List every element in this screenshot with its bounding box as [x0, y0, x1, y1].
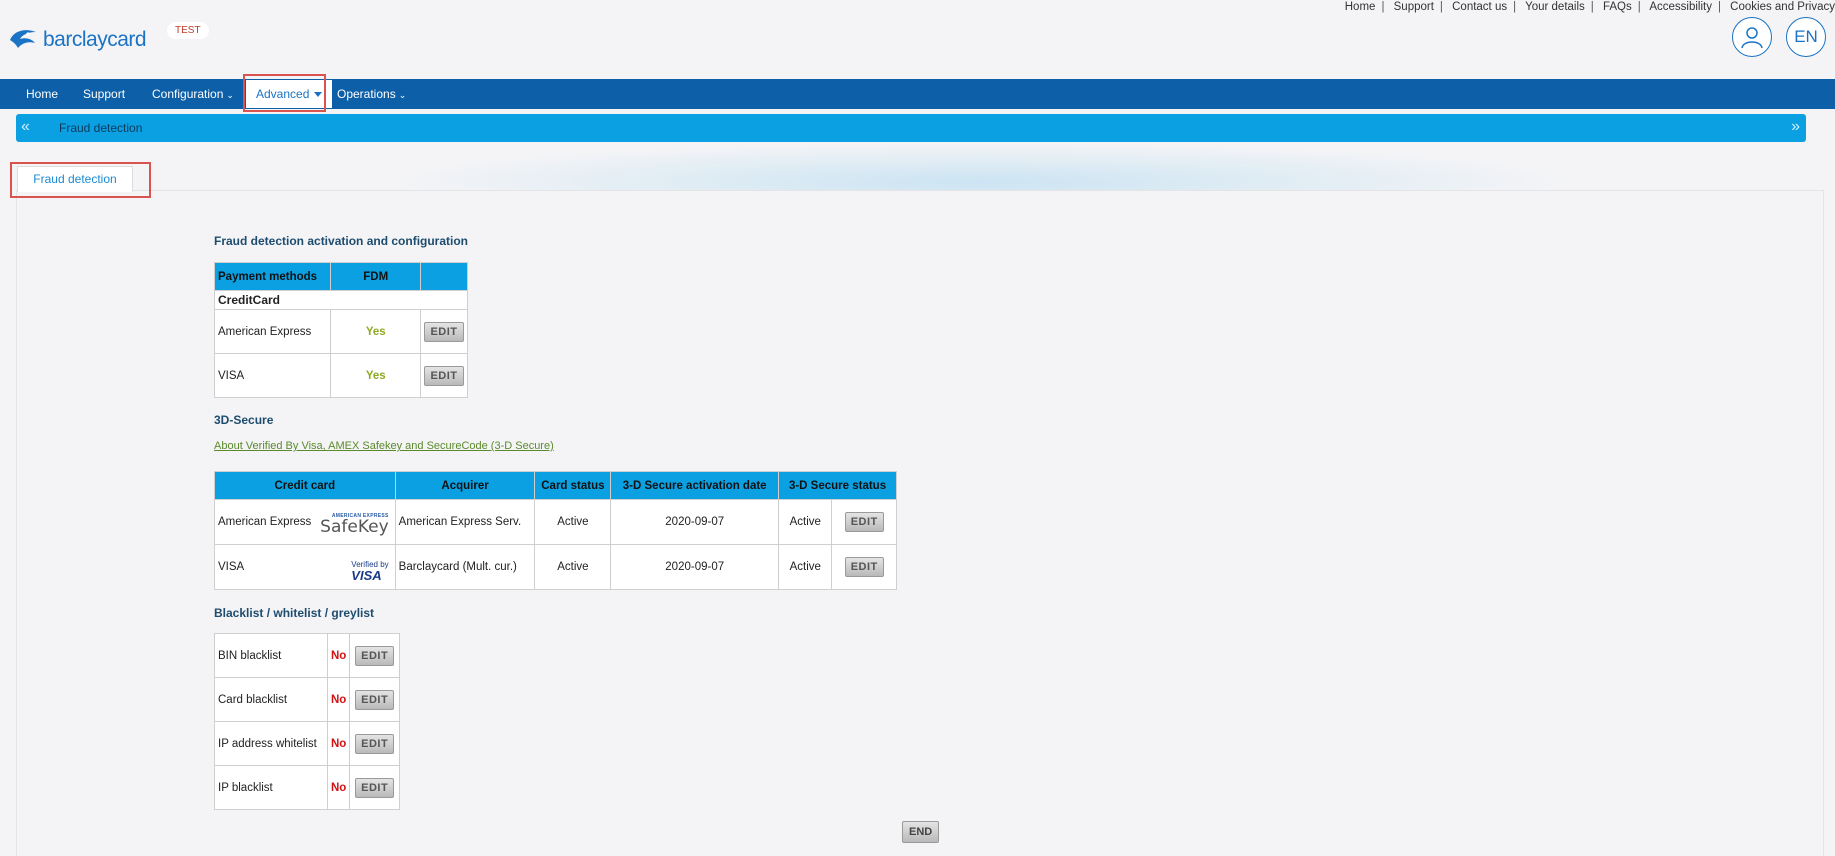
card-name: VISA	[218, 561, 245, 573]
table-row: IP blacklist No EDIT	[214, 765, 400, 810]
about-3d-secure-link[interactable]: About Verified By Visa, AMEX Safekey and…	[214, 440, 554, 452]
fdm-section-title: Fraud detection activation and configura…	[214, 234, 469, 248]
table-row: BIN blacklist No EDIT	[214, 633, 400, 678]
list-value: No	[326, 633, 351, 678]
col-fdm: FDM	[330, 262, 421, 291]
nav-operations[interactable]: Operations ⌄	[337, 79, 406, 109]
eagle-logo-icon	[10, 30, 36, 48]
col-action	[420, 262, 468, 291]
verified-by-visa-logo: Verified by VISA	[351, 561, 388, 583]
table-row: American Express Yes EDIT	[213, 309, 468, 354]
edit-button[interactable]: EDIT	[844, 557, 884, 577]
col-activation-date: 3-D Secure activation date	[610, 471, 780, 500]
barclaycard-logo[interactable]: barclaycard	[8, 26, 147, 54]
toplink-cookies[interactable]: Cookies and Privacy	[1730, 1, 1835, 13]
user-icon	[1741, 27, 1763, 49]
edit-button[interactable]: EDIT	[355, 733, 395, 754]
highlight-advanced	[243, 74, 326, 112]
list-value: No	[326, 765, 351, 810]
user-account-button[interactable]	[1732, 17, 1772, 57]
col-payment-methods: Payment methods	[213, 262, 332, 291]
decorative-swirl	[380, 142, 1580, 192]
method-name: American Express	[213, 309, 332, 354]
edit-button[interactable]: EDIT	[355, 645, 395, 666]
edit-button[interactable]: EDIT	[844, 512, 884, 532]
breadcrumb-bar: « Fraud detection »	[16, 114, 1806, 142]
secure-section-title: 3D-Secure	[214, 413, 274, 427]
toplink-contact[interactable]: Contact us	[1452, 1, 1507, 13]
card-status: Active	[534, 544, 612, 590]
edit-button[interactable]: EDIT	[424, 321, 464, 342]
double-chevron-left-icon[interactable]: «	[21, 118, 30, 136]
fdm-value: Yes	[330, 309, 421, 354]
edit-button[interactable]: EDIT	[355, 777, 395, 798]
toplink-home[interactable]: Home	[1345, 1, 1376, 13]
group-creditcard: CreditCard	[214, 290, 468, 310]
highlight-tab	[10, 162, 151, 198]
edit-button[interactable]: EDIT	[424, 365, 464, 386]
activation-date: 2020-09-07	[610, 499, 780, 545]
acquirer: American Express Serv.	[394, 499, 536, 545]
list-label: BIN blacklist	[214, 633, 328, 678]
chevron-down-icon: ⌄	[226, 90, 234, 100]
list-table: BIN blacklist No EDIT Card blacklist No …	[214, 633, 400, 810]
list-value: No	[326, 677, 351, 722]
list-label: Card blacklist	[214, 677, 328, 722]
safekey-logo-main: SafeKey	[320, 517, 389, 537]
vbv-logo-main: VISA	[351, 568, 382, 583]
col-card-status: Card status	[534, 471, 612, 500]
nav-configuration[interactable]: Configuration ⌄	[152, 79, 234, 109]
table-row: IP address whitelist No EDIT	[214, 721, 400, 766]
list-section-title: Blacklist / whitelist / greylist	[214, 606, 375, 620]
env-badge: TEST	[167, 22, 209, 39]
top-links: Home | Support | Contact us | Your details |…	[1344, 1, 1835, 13]
secure-table: Credit card Acquirer Card status 3-D Sec…	[214, 471, 897, 590]
header: barclaycard TEST Home | Support | Contact …	[0, 0, 1835, 79]
list-label: IP blacklist	[214, 765, 328, 810]
activation-date: 2020-09-07	[610, 544, 780, 590]
toplink-your-details[interactable]: Your details	[1525, 1, 1585, 13]
nav-configuration-label: Configuration	[152, 87, 224, 101]
nav-home[interactable]: Home	[26, 79, 58, 109]
3ds-status: Active	[778, 544, 833, 590]
3ds-status: Active	[778, 499, 833, 545]
fdm-value: Yes	[330, 353, 421, 398]
fdm-table: Payment methods FDM CreditCard American …	[213, 262, 468, 398]
logo-text: barclaycard	[43, 28, 147, 51]
col-credit-card: Credit card	[214, 471, 396, 500]
language-label: EN	[1794, 27, 1818, 46]
chevron-down-icon: ⌄	[398, 90, 407, 100]
col-acquirer: Acquirer	[394, 471, 536, 500]
toplink-accessibility[interactable]: Accessibility	[1649, 1, 1712, 13]
table-row: Card blacklist No EDIT	[214, 677, 400, 722]
nav-operations-label: Operations	[337, 87, 396, 101]
breadcrumb-current: Fraud detection	[59, 121, 143, 135]
table-row: VISA Yes EDIT	[213, 353, 468, 398]
amex-safekey-logo: AMERICAN EXPRESS SafeKey	[320, 514, 388, 536]
table-row: VISA Verified by VISA Barclaycard (Mult.…	[214, 544, 897, 590]
end-button[interactable]: END	[902, 821, 940, 843]
double-chevron-right-icon[interactable]: »	[1791, 118, 1800, 136]
language-button[interactable]: EN	[1786, 17, 1826, 57]
toplink-support[interactable]: Support	[1394, 1, 1434, 13]
table-row: American Express AMERICAN EXPRESS SafeKe…	[214, 499, 897, 545]
toplink-faqs[interactable]: FAQs	[1603, 1, 1632, 13]
method-name: VISA	[213, 353, 332, 398]
list-value: No	[326, 721, 351, 766]
nav-support[interactable]: Support	[83, 79, 125, 109]
card-status: Active	[534, 499, 612, 545]
edit-button[interactable]: EDIT	[355, 689, 395, 710]
col-3ds-status: 3-D Secure status	[778, 471, 897, 500]
card-name: American Express	[218, 516, 312, 528]
acquirer: Barclaycard (Mult. cur.)	[394, 544, 536, 590]
list-label: IP address whitelist	[214, 721, 328, 766]
